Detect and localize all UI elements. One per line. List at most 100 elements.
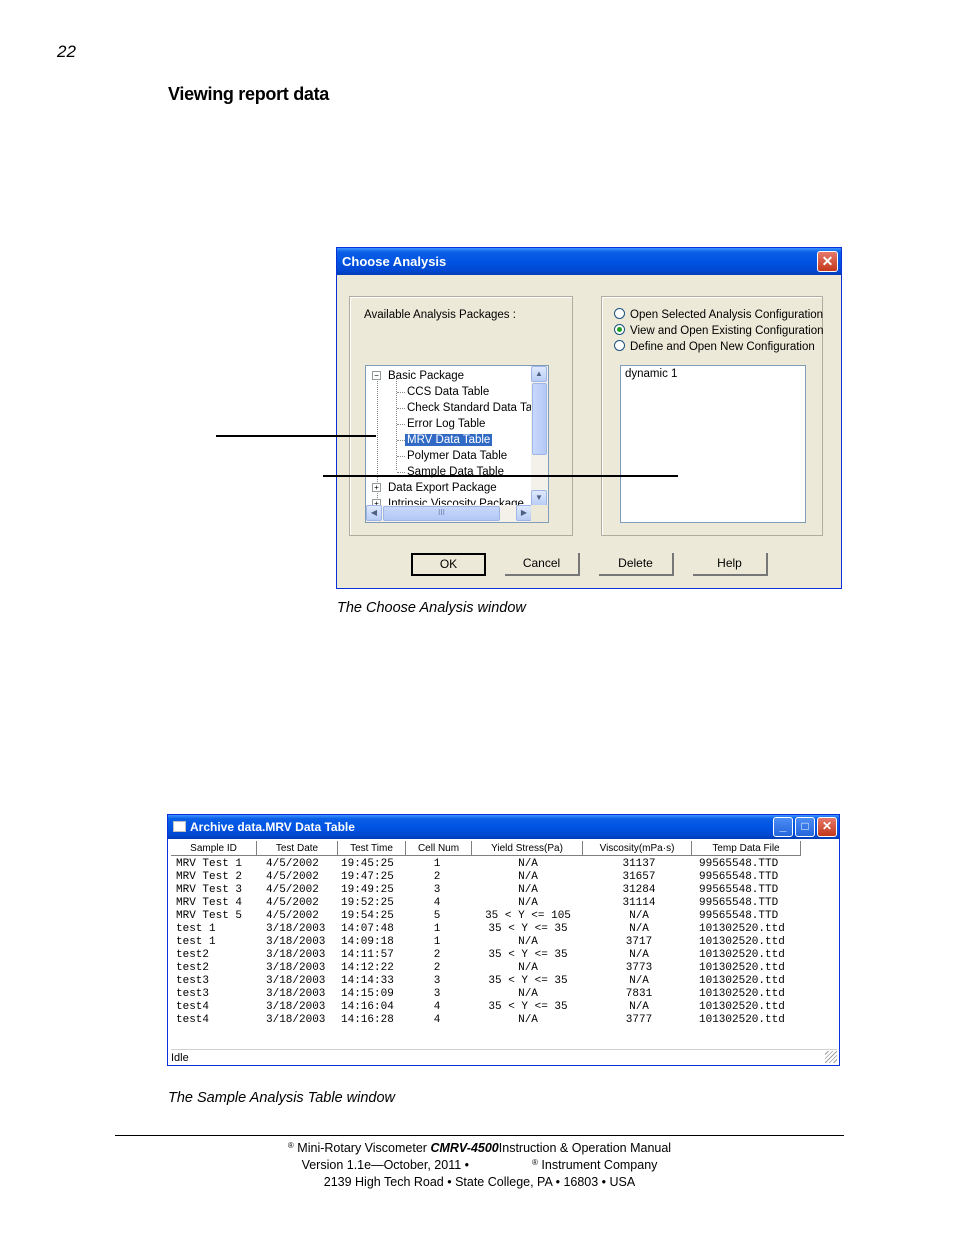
minimize-icon[interactable]: _: [773, 817, 793, 837]
column-header[interactable]: Viscosity(mPa·s): [583, 841, 692, 856]
table-cell[interactable]: N/A: [478, 897, 578, 910]
table-cell[interactable]: N/A: [591, 1001, 687, 1014]
table-cell[interactable]: test4: [176, 1014, 256, 1027]
tree-item-ccs[interactable]: CCS Data Table: [407, 384, 489, 400]
table-cell[interactable]: 4: [427, 1014, 447, 1027]
table-cell[interactable]: 2: [427, 949, 447, 962]
table-cell[interactable]: 31284: [591, 884, 687, 897]
column-header[interactable]: Test Date: [257, 841, 338, 856]
tree-item-error-log[interactable]: Error Log Table: [407, 416, 485, 432]
table-cell[interactable]: 3/18/2003: [266, 936, 338, 949]
close-icon[interactable]: ✕: [817, 251, 838, 272]
table-cell[interactable]: 14:16:28: [341, 1014, 409, 1027]
table-cell[interactable]: 3/18/2003: [266, 988, 338, 1001]
table-cell[interactable]: 4/5/2002: [266, 910, 338, 923]
table-cell[interactable]: 99565548.TTD: [699, 884, 809, 897]
table-cell[interactable]: 3/18/2003: [266, 962, 338, 975]
table-cell[interactable]: N/A: [591, 923, 687, 936]
table-cell[interactable]: 4: [427, 1001, 447, 1014]
table-cell[interactable]: 35 < Y <= 105: [478, 910, 578, 923]
table-cell[interactable]: 3/18/2003: [266, 1014, 338, 1027]
table-cell[interactable]: 19:49:25: [341, 884, 409, 897]
scroll-right-icon[interactable]: ▶: [516, 505, 532, 521]
vertical-scrollbar[interactable]: ▲ ▼: [531, 366, 548, 506]
table-cell[interactable]: 101302520.ttd: [699, 936, 809, 949]
table-cell[interactable]: 101302520.ttd: [699, 975, 809, 988]
table-cell[interactable]: 14:16:04: [341, 1001, 409, 1014]
table-cell[interactable]: 4/5/2002: [266, 897, 338, 910]
tree-item-sample[interactable]: Sample Data Table: [407, 464, 504, 480]
table-cell[interactable]: 4/5/2002: [266, 871, 338, 884]
table-cell[interactable]: MRV Test 3: [176, 884, 256, 897]
table-cell[interactable]: 4/5/2002: [266, 858, 338, 871]
table-cell[interactable]: 19:47:25: [341, 871, 409, 884]
table-cell[interactable]: N/A: [591, 949, 687, 962]
radio-button[interactable]: [614, 308, 625, 319]
table-cell[interactable]: 14:12:22: [341, 962, 409, 975]
scroll-left-icon[interactable]: ◀: [366, 505, 382, 521]
column-header[interactable]: Yield Stress(Pa): [472, 841, 583, 856]
configuration-item[interactable]: dynamic 1: [625, 368, 801, 380]
table-cell[interactable]: 99565548.TTD: [699, 858, 809, 871]
table-cell[interactable]: 101302520.ttd: [699, 962, 809, 975]
configuration-list[interactable]: dynamic 1: [620, 365, 806, 523]
column-header[interactable]: Temp Data File: [692, 841, 801, 856]
table-cell[interactable]: 14:07:48: [341, 923, 409, 936]
column-header[interactable]: Test Time: [338, 841, 406, 856]
package-tree[interactable]: − Basic Package CCS Data Table Check Sta…: [365, 365, 549, 523]
horizontal-scrollbar[interactable]: ◀ III ▶: [366, 505, 532, 522]
table-cell[interactable]: 31137: [591, 858, 687, 871]
table-cell[interactable]: test3: [176, 975, 256, 988]
table-cell[interactable]: N/A: [478, 884, 578, 897]
table-cell[interactable]: test3: [176, 988, 256, 1001]
table-cell[interactable]: test2: [176, 962, 256, 975]
table-cell[interactable]: 2: [427, 962, 447, 975]
table-cell[interactable]: MRV Test 4: [176, 897, 256, 910]
table-cell[interactable]: 35 < Y <= 35: [478, 923, 578, 936]
table-cell[interactable]: test 1: [176, 923, 256, 936]
tree-item-mrv-data-table[interactable]: MRV Data Table: [405, 432, 493, 448]
table-cell[interactable]: 101302520.ttd: [699, 1001, 809, 1014]
radio-button[interactable]: [614, 340, 625, 351]
tree-item-check-standard[interactable]: Check Standard Data Tab: [407, 400, 532, 416]
table-cell[interactable]: test2: [176, 949, 256, 962]
ok-button[interactable]: OK: [411, 553, 486, 576]
table-cell[interactable]: N/A: [478, 962, 578, 975]
table-cell[interactable]: 1: [427, 936, 447, 949]
table-cell[interactable]: 4/5/2002: [266, 884, 338, 897]
table-cell[interactable]: 101302520.ttd: [699, 949, 809, 962]
table-cell[interactable]: 35 < Y <= 35: [478, 975, 578, 988]
table-cell[interactable]: 7831: [591, 988, 687, 1001]
table-cell[interactable]: 3: [427, 884, 447, 897]
table-cell[interactable]: N/A: [478, 936, 578, 949]
maximize-icon[interactable]: □: [795, 817, 815, 837]
table-cell[interactable]: 3717: [591, 936, 687, 949]
table-cell[interactable]: 14:09:18: [341, 936, 409, 949]
radio-view-existing[interactable]: View and Open Existing Configuration: [614, 323, 824, 339]
radio-open-selected[interactable]: Open Selected Analysis Configuration: [614, 307, 823, 323]
table-cell[interactable]: 1: [427, 858, 447, 871]
close-icon[interactable]: ✕: [817, 817, 837, 837]
radio-button-checked[interactable]: [614, 324, 625, 335]
table-cell[interactable]: 14:11:57: [341, 949, 409, 962]
table-cell[interactable]: 19:54:25: [341, 910, 409, 923]
tree-item-polymer[interactable]: Polymer Data Table: [407, 448, 507, 464]
table-cell[interactable]: 4: [427, 897, 447, 910]
table-cell[interactable]: 99565548.TTD: [699, 910, 809, 923]
table-cell[interactable]: MRV Test 2: [176, 871, 256, 884]
table-cell[interactable]: 3/18/2003: [266, 923, 338, 936]
table-cell[interactable]: N/A: [591, 975, 687, 988]
table-cell[interactable]: N/A: [478, 988, 578, 1001]
table-cell[interactable]: 35 < Y <= 35: [478, 1001, 578, 1014]
table-cell[interactable]: N/A: [478, 858, 578, 871]
table-cell[interactable]: 3/18/2003: [266, 949, 338, 962]
table-cell[interactable]: 99565548.TTD: [699, 871, 809, 884]
table-cell[interactable]: 14:15:09: [341, 988, 409, 1001]
table-cell[interactable]: 35 < Y <= 35: [478, 949, 578, 962]
table-cell[interactable]: 31657: [591, 871, 687, 884]
delete-button[interactable]: Delete: [599, 553, 674, 576]
table-cell[interactable]: 5: [427, 910, 447, 923]
scroll-thumb[interactable]: [532, 383, 547, 455]
column-header[interactable]: Sample ID: [171, 841, 257, 856]
table-cell[interactable]: 3/18/2003: [266, 975, 338, 988]
